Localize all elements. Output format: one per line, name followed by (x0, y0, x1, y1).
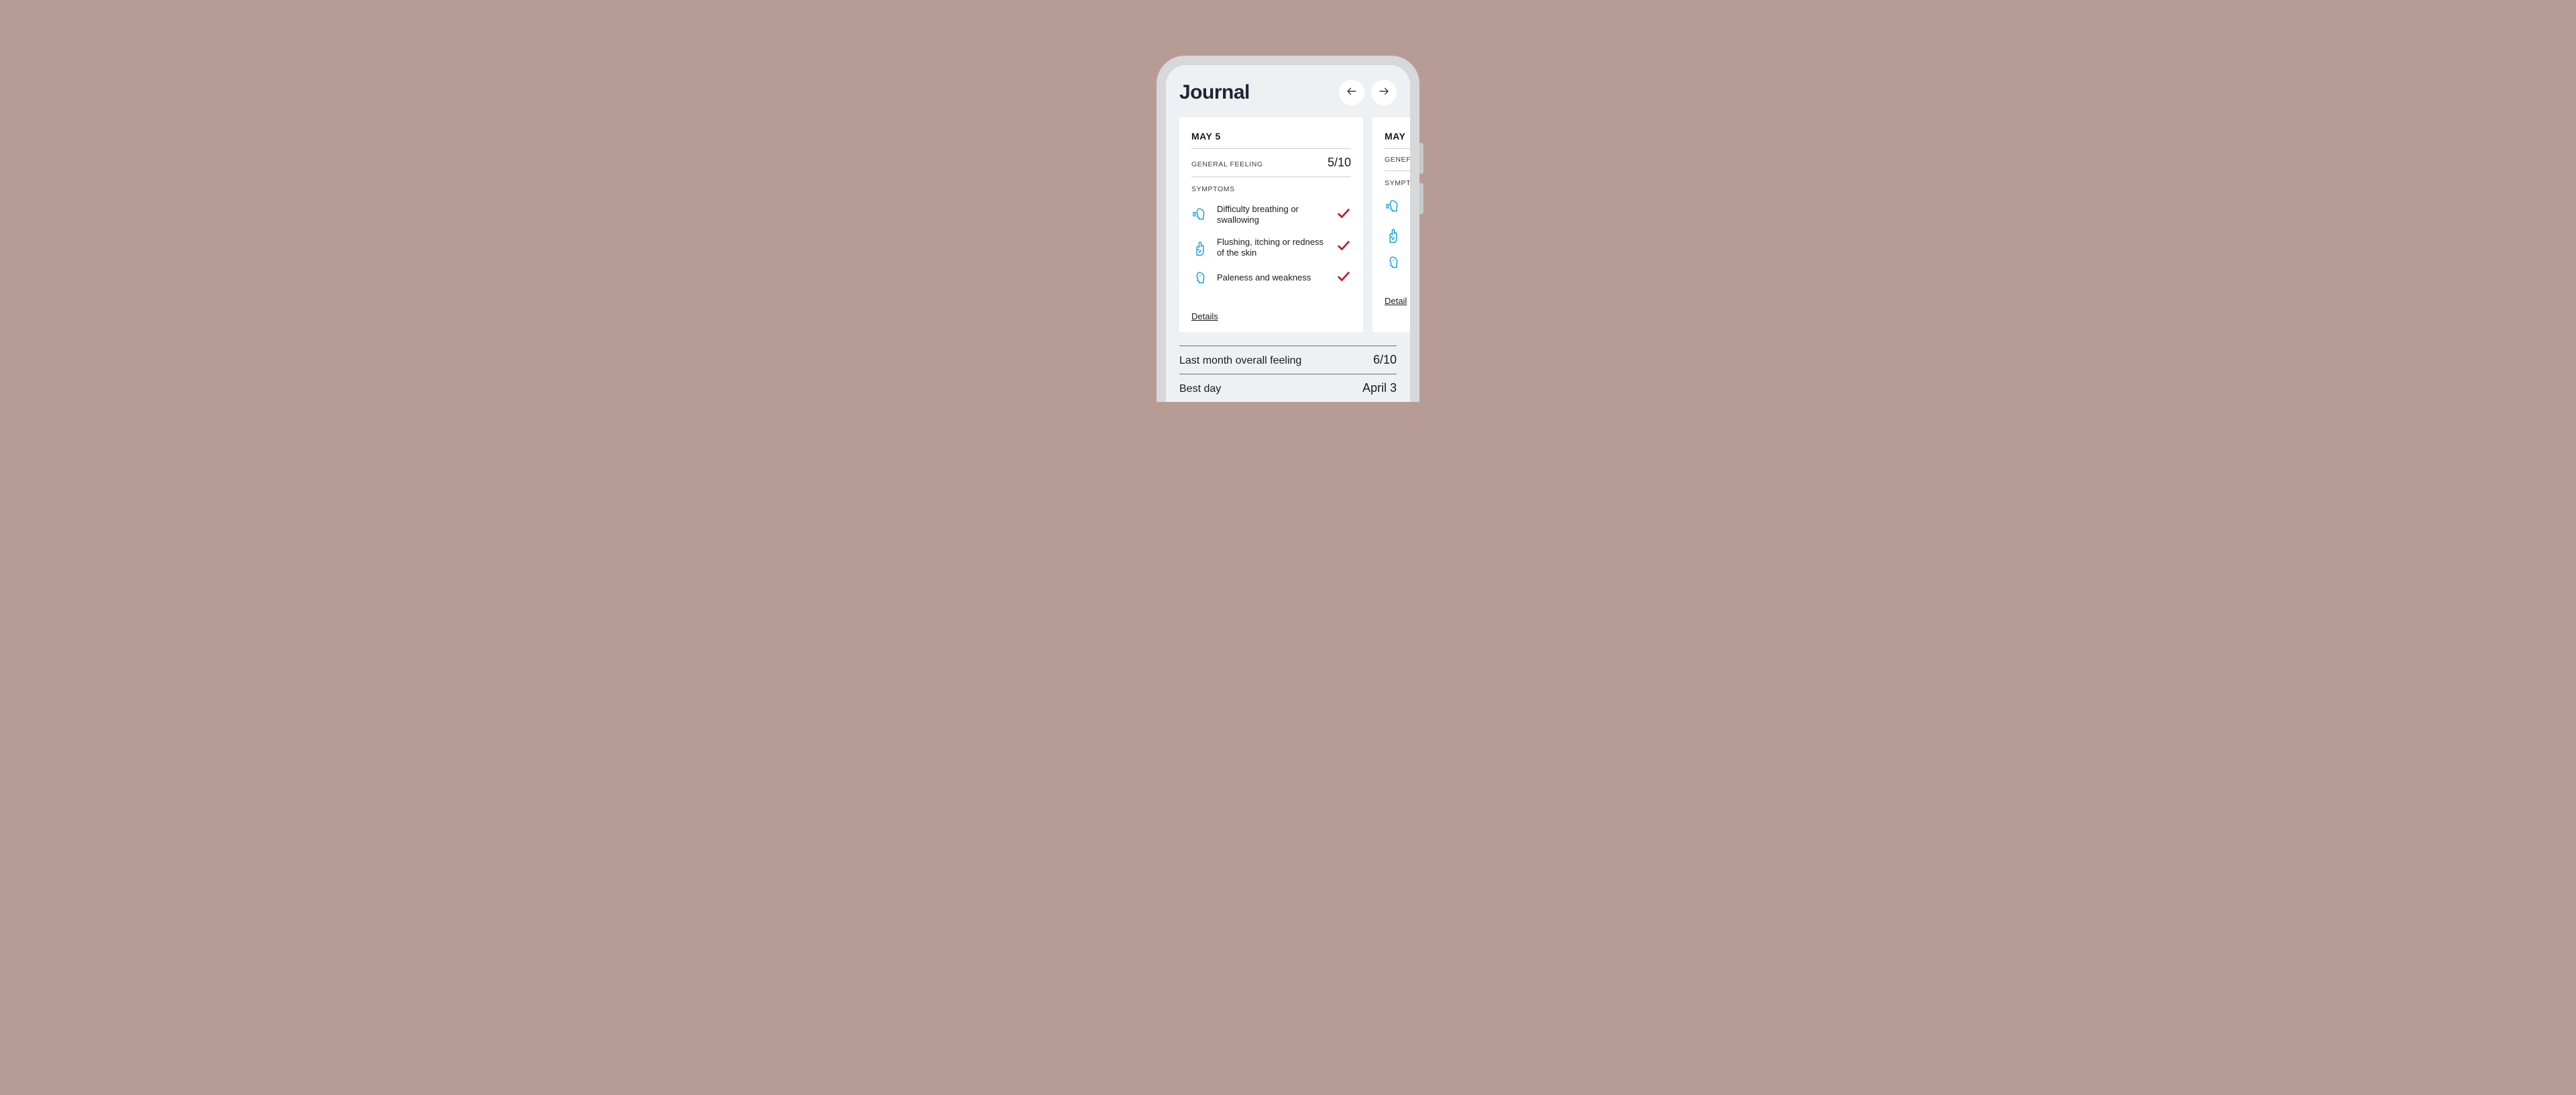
summary-section: Last month overall feeling 6/10 Best day… (1166, 332, 1410, 402)
pale-head-icon (1191, 270, 1209, 287)
symptom-row: Flushing, itching or redness of the skin (1191, 231, 1351, 264)
summary-row: Best day April 3 (1179, 374, 1397, 402)
symptoms-label: SYMPT (1385, 171, 1410, 193)
symptom-row: Paleness and weakness (1191, 264, 1351, 293)
check-icon (1336, 238, 1351, 256)
details-link[interactable]: Details (1191, 311, 1218, 321)
head-breath-icon (1191, 206, 1209, 223)
symptom-row (1385, 249, 1410, 277)
symptom-row (1385, 193, 1410, 221)
phone-side-buttons (1419, 143, 1424, 223)
feeling-score: 5/10 (1328, 156, 1351, 170)
symptom-text: Paleness and weakness (1217, 272, 1328, 283)
header: Journal (1166, 65, 1410, 117)
summary-label: Last month overall feeling (1179, 355, 1301, 367)
pale-head-icon (1385, 254, 1402, 272)
page-title: Journal (1179, 81, 1250, 104)
screen: Journal MAY 5 GENERAL FEELI (1166, 65, 1410, 402)
feeling-row: GENERAL FEELING 5/10 (1191, 149, 1351, 177)
hand-icon (1385, 226, 1402, 244)
next-button[interactable] (1371, 80, 1397, 105)
symptoms-label: SYMPTOMS (1191, 177, 1351, 199)
arrow-right-icon (1378, 85, 1390, 101)
summary-label: Best day (1179, 383, 1221, 395)
prev-button[interactable] (1339, 80, 1364, 105)
head-breath-icon (1385, 198, 1402, 215)
summary-value: 6/10 (1373, 353, 1397, 367)
journal-card[interactable]: MAY GENEF SYMPT (1373, 117, 1410, 332)
journal-card[interactable]: MAY 5 GENERAL FEELING 5/10 SYMPTOMS Diff… (1179, 117, 1363, 332)
check-icon (1336, 269, 1351, 287)
summary-value: April 3 (1362, 381, 1397, 395)
hand-icon (1191, 239, 1209, 256)
symptom-row (1385, 221, 1410, 249)
feeling-label: GENEF (1385, 156, 1410, 164)
nav-arrows (1339, 80, 1397, 105)
feeling-row: GENEF (1385, 149, 1410, 171)
phone-frame: Journal MAY 5 GENERAL FEELI (1157, 56, 1419, 402)
side-button (1419, 143, 1424, 174)
side-button (1419, 183, 1424, 214)
card-date: MAY (1385, 131, 1410, 149)
symptom-text: Difficulty breathing or swallowing (1217, 204, 1328, 226)
card-date: MAY 5 (1191, 131, 1351, 149)
check-icon (1336, 206, 1351, 224)
arrow-left-icon (1346, 85, 1358, 101)
cards-row[interactable]: MAY 5 GENERAL FEELING 5/10 SYMPTOMS Diff… (1166, 117, 1410, 332)
symptom-row: Difficulty breathing or swallowing (1191, 199, 1351, 231)
details-link[interactable]: Detail (1385, 296, 1407, 306)
summary-row: Last month overall feeling 6/10 (1179, 346, 1397, 374)
feeling-label: GENERAL FEELING (1191, 160, 1263, 168)
symptom-text: Flushing, itching or redness of the skin (1217, 237, 1328, 259)
